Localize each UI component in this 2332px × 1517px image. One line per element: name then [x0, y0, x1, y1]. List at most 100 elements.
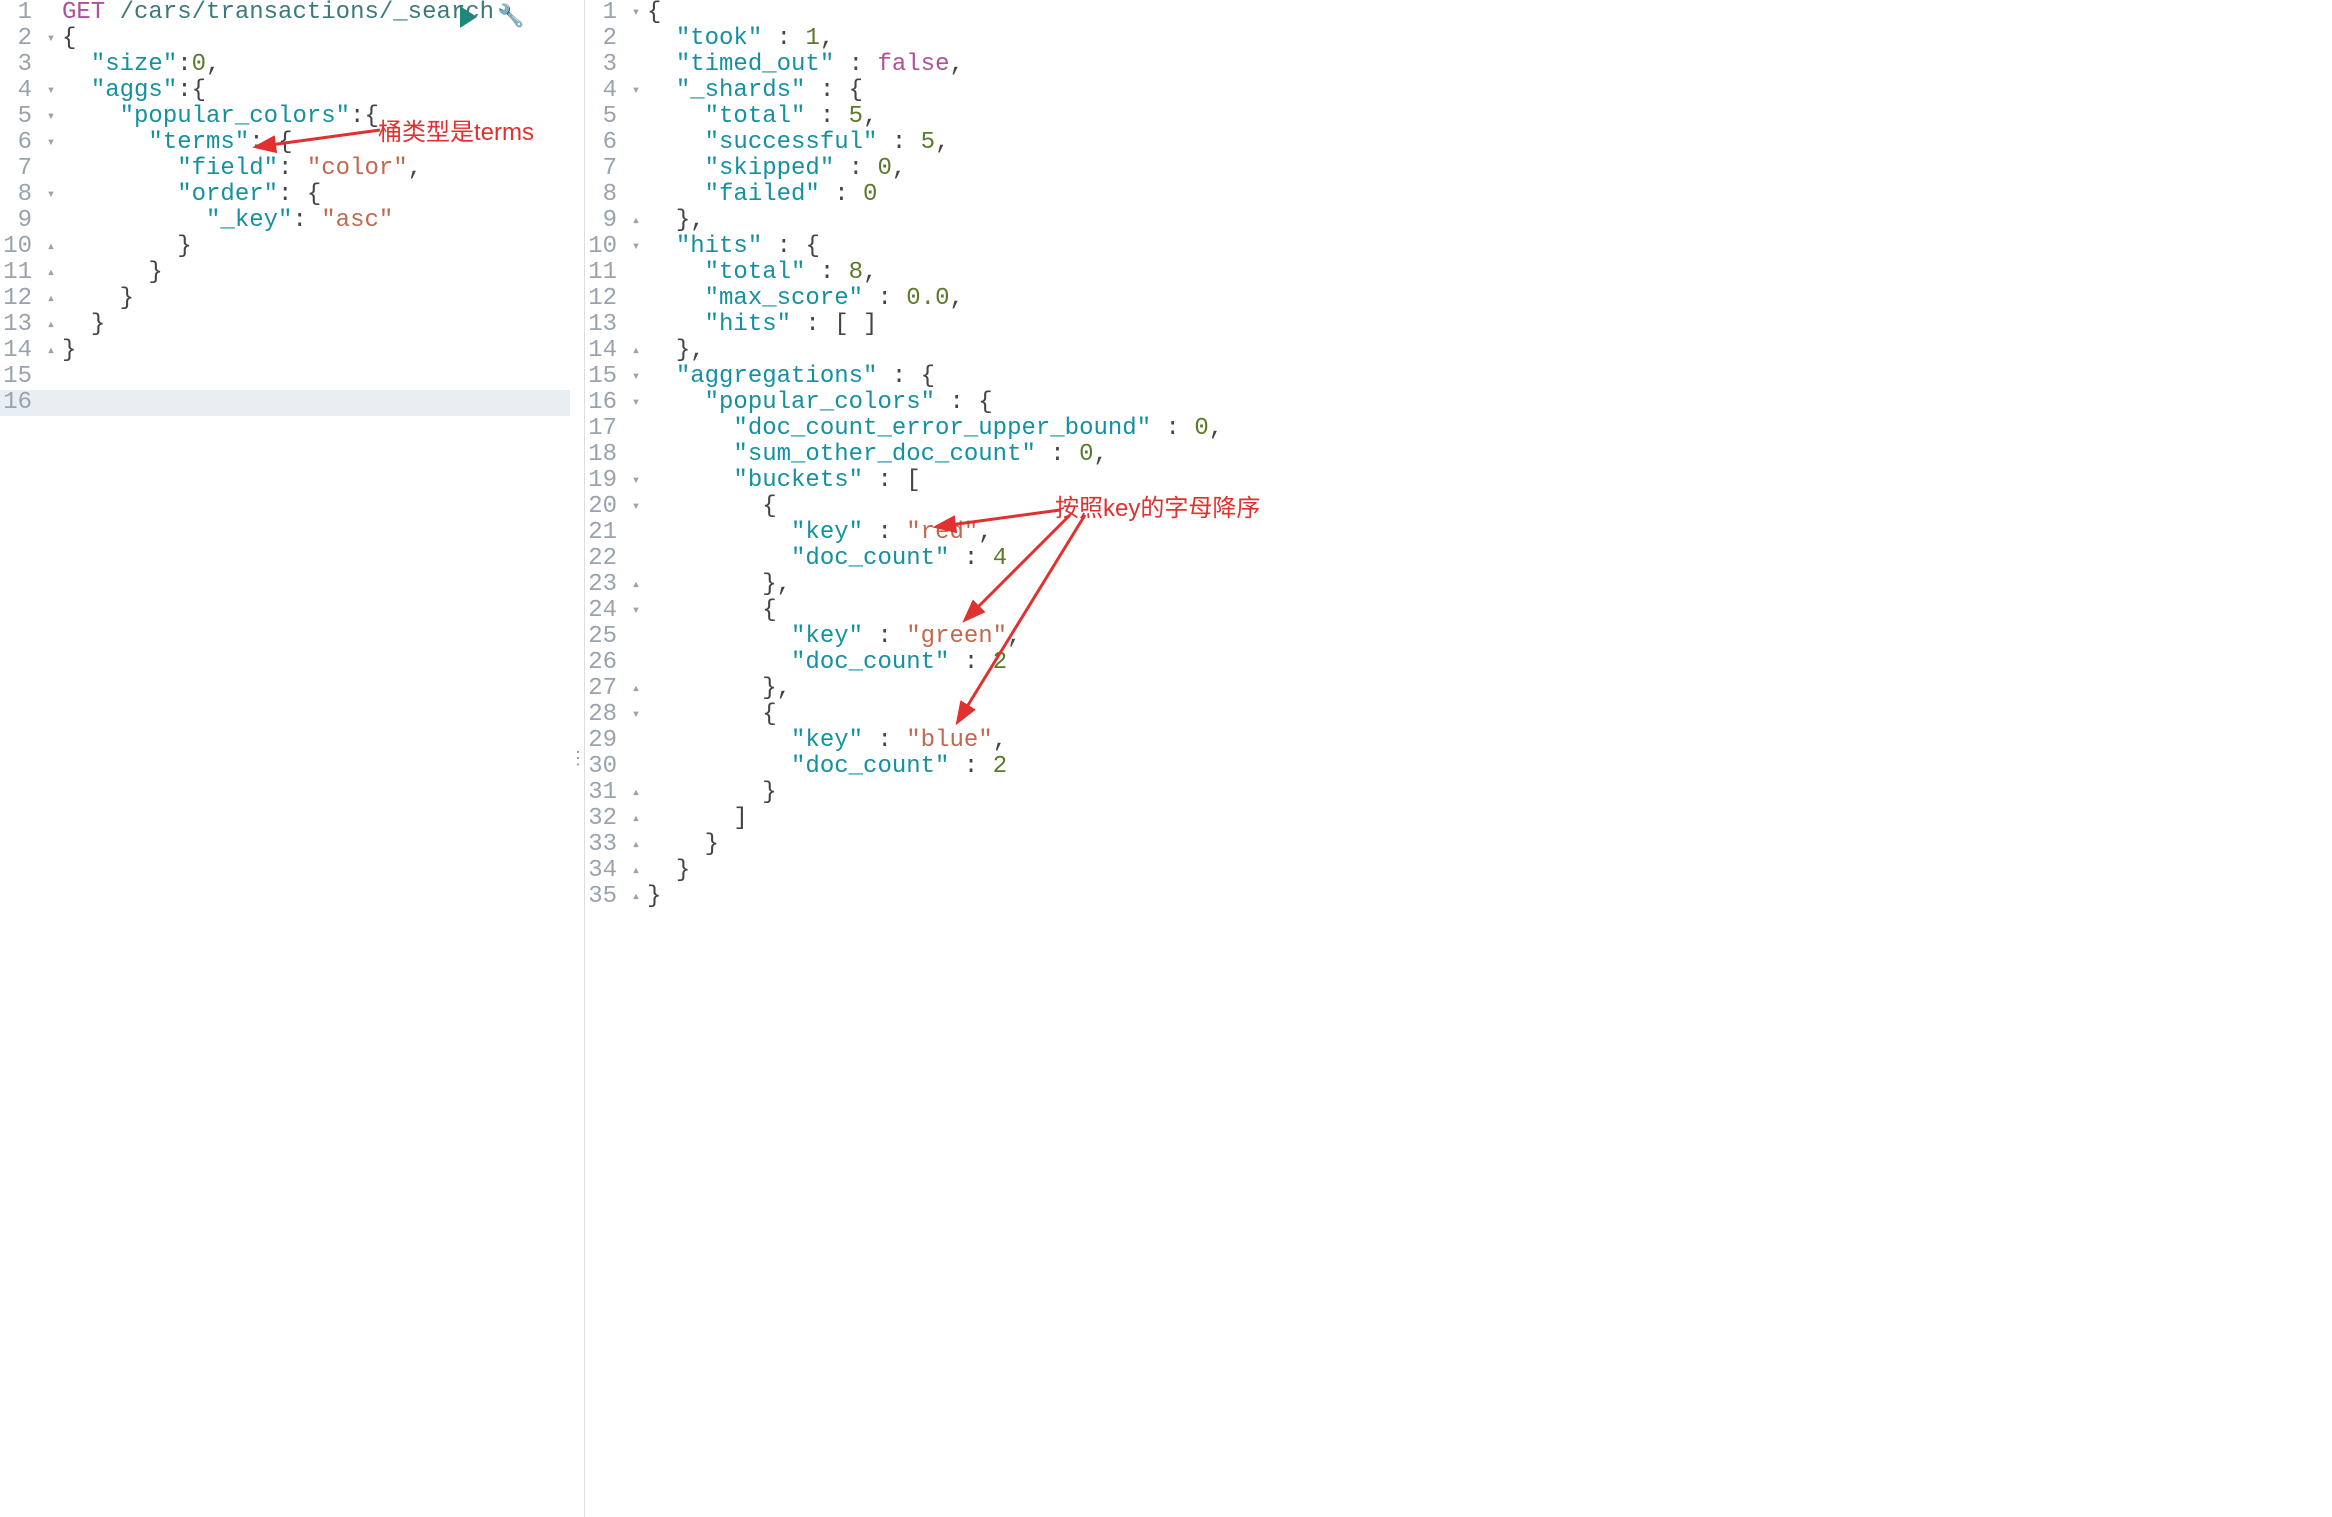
- code-line[interactable]: 3 "size":0,: [0, 52, 570, 78]
- fold-toggle[interactable]: ▾: [625, 390, 647, 416]
- fold-toggle[interactable]: ▴: [625, 780, 647, 806]
- fold-toggle[interactable]: ▾: [625, 364, 647, 390]
- fold-toggle[interactable]: ▾: [40, 78, 62, 104]
- code-line[interactable]: 35▴}: [585, 884, 2332, 910]
- fold-toggle[interactable]: ▾: [40, 104, 62, 130]
- code-line[interactable]: 2▾{: [0, 26, 570, 52]
- line-number: 6: [0, 130, 40, 156]
- code-line[interactable]: 16: [0, 390, 570, 416]
- code-line[interactable]: 20▾ {: [585, 494, 2332, 520]
- code-line[interactable]: 23▴ },: [585, 572, 2332, 598]
- code-line[interactable]: 13▴ }: [0, 312, 570, 338]
- code-line[interactable]: 25 "key" : "green",: [585, 624, 2332, 650]
- fold-toggle[interactable]: ▴: [625, 832, 647, 858]
- fold-toggle[interactable]: ▴: [625, 676, 647, 702]
- code-line[interactable]: 10▴ }: [0, 234, 570, 260]
- fold-toggle[interactable]: ▾: [40, 130, 62, 156]
- fold-toggle[interactable]: ▴: [40, 312, 62, 338]
- code-line[interactable]: 4▾ "_shards" : {: [585, 78, 2332, 104]
- code-line[interactable]: 8▾ "order": {: [0, 182, 570, 208]
- fold-toggle[interactable]: ▾: [625, 0, 647, 26]
- code-line[interactable]: 1 GET /cars/transactions/_search: [0, 0, 570, 26]
- code-line[interactable]: 6 "successful" : 5,: [585, 130, 2332, 156]
- line-number: 15: [0, 364, 40, 390]
- code-line[interactable]: 22 "doc_count" : 4: [585, 546, 2332, 572]
- code-line[interactable]: 30 "doc_count" : 2: [585, 754, 2332, 780]
- fold-toggle[interactable]: ▾: [625, 494, 647, 520]
- code-line[interactable]: 7 "field": "color",: [0, 156, 570, 182]
- code-line[interactable]: 6▾ "terms": {: [0, 130, 570, 156]
- code-line[interactable]: 13 "hits" : [ ]: [585, 312, 2332, 338]
- fold-toggle[interactable]: ▾: [625, 702, 647, 728]
- code-line[interactable]: 34▴ }: [585, 858, 2332, 884]
- fold-toggle[interactable]: ▴: [40, 338, 62, 364]
- line-number: 12: [585, 286, 625, 312]
- code-content: }: [647, 832, 2332, 858]
- code-content: "skipped" : 0,: [647, 156, 2332, 182]
- fold-toggle[interactable]: ▴: [625, 338, 647, 364]
- fold-toggle[interactable]: ▴: [625, 858, 647, 884]
- fold-toggle[interactable]: ▾: [40, 182, 62, 208]
- code-line[interactable]: 33▴ }: [585, 832, 2332, 858]
- code-line[interactable]: 5▾ "popular_colors":{: [0, 104, 570, 130]
- line-number: 27: [585, 676, 625, 702]
- fold-toggle[interactable]: ▾: [625, 598, 647, 624]
- code-line[interactable]: 26 "doc_count" : 2: [585, 650, 2332, 676]
- fold-toggle[interactable]: ▴: [40, 286, 62, 312]
- code-line[interactable]: 9▴ },: [585, 208, 2332, 234]
- code-line[interactable]: 12▴ }: [0, 286, 570, 312]
- code-line[interactable]: 29 "key" : "blue",: [585, 728, 2332, 754]
- line-number: 8: [585, 182, 625, 208]
- line-number: 9: [0, 208, 40, 234]
- code-line[interactable]: 11▴ }: [0, 260, 570, 286]
- code-content: {: [647, 0, 2332, 26]
- code-content: GET /cars/transactions/_search: [62, 0, 570, 26]
- code-content: }: [62, 260, 570, 286]
- request-editor[interactable]: 🔧 1 GET /cars/transactions/_search2▾{3 "…: [0, 0, 570, 1517]
- code-line[interactable]: 8 "failed" : 0: [585, 182, 2332, 208]
- code-line[interactable]: 31▴ }: [585, 780, 2332, 806]
- fold-toggle: [625, 130, 647, 156]
- code-line[interactable]: 5 "total" : 5,: [585, 104, 2332, 130]
- code-line[interactable]: 18 "sum_other_doc_count" : 0,: [585, 442, 2332, 468]
- code-line[interactable]: 16▾ "popular_colors" : {: [585, 390, 2332, 416]
- code-line[interactable]: 21 "key" : "red",: [585, 520, 2332, 546]
- panel-divider[interactable]: ⋮: [570, 0, 584, 1517]
- code-line[interactable]: 12 "max_score" : 0.0,: [585, 286, 2332, 312]
- code-line[interactable]: 9 "_key": "asc": [0, 208, 570, 234]
- code-line[interactable]: 7 "skipped" : 0,: [585, 156, 2332, 182]
- fold-toggle[interactable]: ▴: [625, 884, 647, 910]
- code-line[interactable]: 15: [0, 364, 570, 390]
- code-line[interactable]: 32▴ ]: [585, 806, 2332, 832]
- response-viewer[interactable]: 1▾{2 "took" : 1,3 "timed_out" : false,4▾…: [584, 0, 2332, 1517]
- fold-toggle[interactable]: ▾: [40, 26, 62, 52]
- fold-toggle[interactable]: ▾: [625, 234, 647, 260]
- code-content: },: [647, 676, 2332, 702]
- code-content: "aggs":{: [62, 78, 570, 104]
- code-line[interactable]: 28▾ {: [585, 702, 2332, 728]
- line-number: 10: [585, 234, 625, 260]
- fold-toggle[interactable]: ▴: [40, 234, 62, 260]
- code-line[interactable]: 2 "took" : 1,: [585, 26, 2332, 52]
- code-line[interactable]: 4▾ "aggs":{: [0, 78, 570, 104]
- code-line[interactable]: 27▴ },: [585, 676, 2332, 702]
- code-line[interactable]: 17 "doc_count_error_upper_bound" : 0,: [585, 416, 2332, 442]
- fold-toggle[interactable]: ▴: [625, 806, 647, 832]
- code-line[interactable]: 3 "timed_out" : false,: [585, 52, 2332, 78]
- code-line[interactable]: 10▾ "hits" : {: [585, 234, 2332, 260]
- code-line[interactable]: 19▾ "buckets" : [: [585, 468, 2332, 494]
- line-number: 31: [585, 780, 625, 806]
- code-content: }: [62, 338, 570, 364]
- fold-toggle[interactable]: ▴: [40, 260, 62, 286]
- fold-toggle[interactable]: ▴: [625, 208, 647, 234]
- line-number: 1: [585, 0, 625, 26]
- fold-toggle[interactable]: ▾: [625, 468, 647, 494]
- code-line[interactable]: 15▾ "aggregations" : {: [585, 364, 2332, 390]
- code-line[interactable]: 11 "total" : 8,: [585, 260, 2332, 286]
- fold-toggle[interactable]: ▾: [625, 78, 647, 104]
- code-line[interactable]: 24▾ {: [585, 598, 2332, 624]
- fold-toggle[interactable]: ▴: [625, 572, 647, 598]
- code-line[interactable]: 14▴ },: [585, 338, 2332, 364]
- code-line[interactable]: 14▴}: [0, 338, 570, 364]
- code-line[interactable]: 1▾{: [585, 0, 2332, 26]
